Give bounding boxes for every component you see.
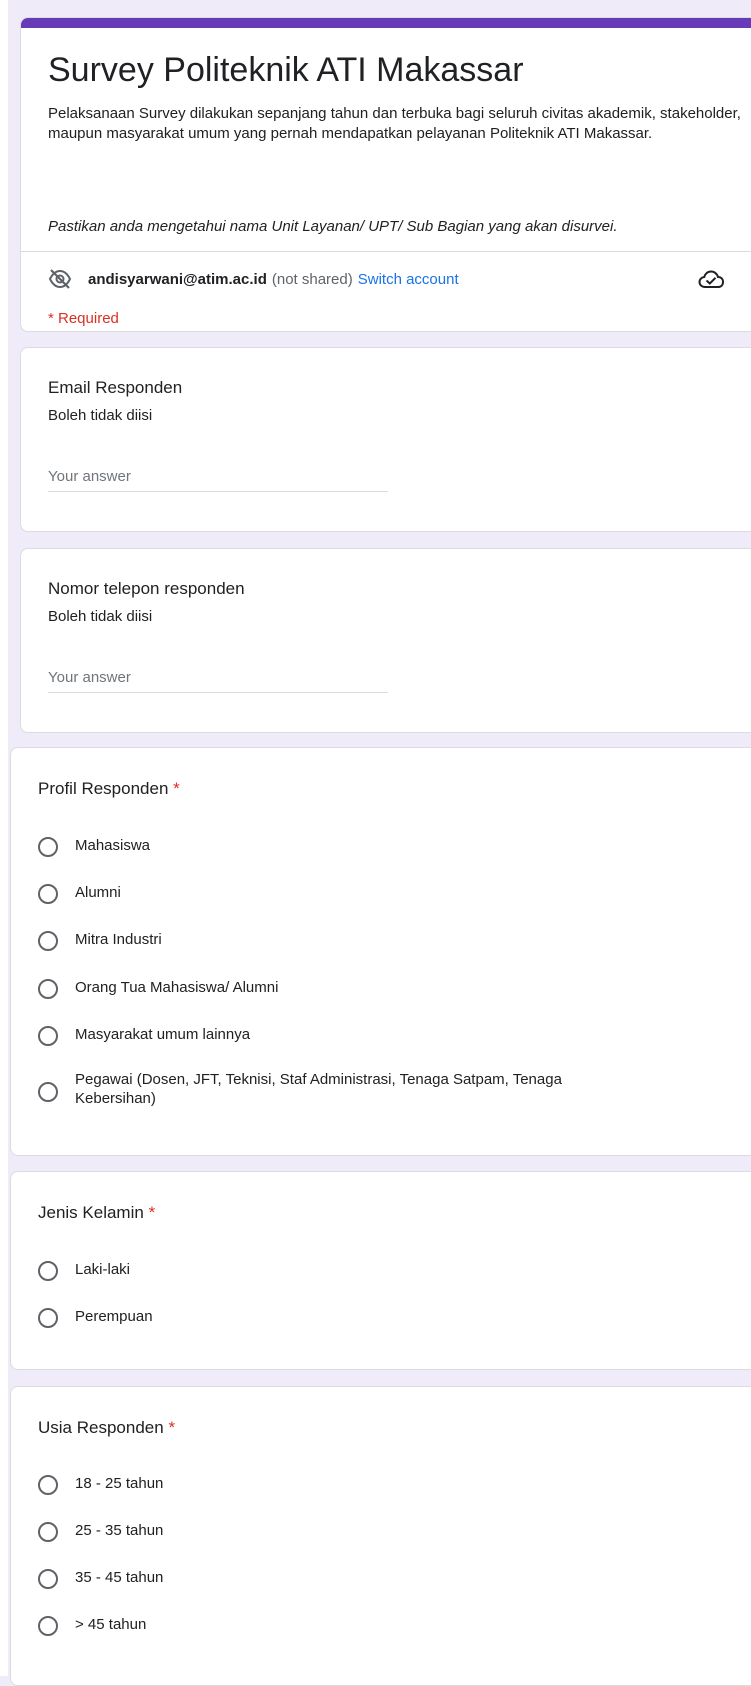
option-mitra-industri[interactable]: Mitra Industri — [38, 930, 162, 951]
option-age-25-35[interactable]: 25 - 35 tahun — [38, 1521, 163, 1542]
email-answer-input[interactable] — [48, 462, 388, 492]
question-title-age-text: Usia Responden — [38, 1418, 164, 1437]
radio-button[interactable] — [38, 979, 58, 999]
page-left-edge — [0, 0, 8, 1676]
required-note: * Required — [48, 310, 119, 327]
question-title-profil-text: Profil Responden — [38, 779, 169, 798]
radio-button[interactable] — [38, 931, 58, 951]
required-star: * — [168, 1418, 176, 1437]
question-card-gender: Jenis Kelamin * Laki-laki Perempuan — [10, 1171, 751, 1370]
option-masyarakat-umum[interactable]: Masyarakat umum lainnya — [38, 1025, 250, 1046]
form-note: Pastikan anda mengetahui nama Unit Layan… — [48, 218, 618, 235]
question-title-phone: Nomor telepon responden — [48, 579, 245, 598]
option-label: 25 - 35 tahun — [75, 1522, 164, 1539]
option-pegawai[interactable]: Pegawai (Dosen, JFT, Teknisi, Staf Admin… — [38, 1070, 638, 1108]
question-card-profil: Profil Responden * Mahasiswa Alumni Mitr… — [10, 747, 751, 1156]
phone-answer-input[interactable] — [48, 663, 388, 693]
question-help-phone: Boleh tidak diisi — [48, 608, 153, 625]
question-title-profil: Profil Responden * — [38, 778, 180, 800]
not-shared-label: (not shared) — [271, 270, 353, 288]
option-label: 35 - 45 tahun — [75, 1569, 164, 1586]
option-age-over-45[interactable]: > 45 tahun — [38, 1615, 146, 1636]
option-label: Alumni — [75, 884, 121, 901]
option-label: Orang Tua Mahasiswa/ Alumni — [75, 979, 279, 996]
radio-button[interactable] — [38, 1522, 58, 1542]
radio-button[interactable] — [38, 1026, 58, 1046]
option-label: > 45 tahun — [75, 1616, 147, 1633]
option-label: Mitra Industri — [75, 931, 162, 948]
option-label: Masyarakat umum lainnya — [75, 1026, 251, 1043]
radio-button[interactable] — [38, 1308, 58, 1328]
radio-button[interactable] — [38, 1616, 58, 1636]
cloud-saved-icon — [697, 268, 725, 292]
option-orang-tua[interactable]: Orang Tua Mahasiswa/ Alumni — [38, 978, 278, 999]
question-help-email: Boleh tidak diisi — [48, 407, 153, 424]
question-title-age: Usia Responden * — [38, 1417, 175, 1439]
option-perempuan[interactable]: Perempuan — [38, 1307, 153, 1328]
radio-button[interactable] — [38, 1082, 58, 1102]
option-age-18-25[interactable]: 18 - 25 tahun — [38, 1474, 163, 1495]
account-email: andisyarwani@atim.ac.id — [88, 270, 267, 288]
question-card-phone: Nomor telepon responden Boleh tidak diis… — [20, 548, 751, 733]
account-row: andisyarwani@atim.ac.id (not shared) Swi… — [48, 268, 459, 290]
option-laki-laki[interactable]: Laki-laki — [38, 1260, 130, 1281]
required-star: * — [173, 779, 180, 798]
question-title-email: Email Responden — [48, 378, 183, 397]
question-title-gender-text: Jenis Kelamin — [38, 1203, 144, 1222]
option-label: Pegawai (Dosen, JFT, Teknisi, Staf Admin… — [75, 1071, 562, 1107]
radio-button[interactable] — [38, 1475, 58, 1495]
switch-account-link[interactable]: Switch account — [358, 271, 459, 288]
radio-button[interactable] — [38, 1569, 58, 1589]
option-label: Mahasiswa — [75, 837, 151, 854]
option-age-35-45[interactable]: 35 - 45 tahun — [38, 1568, 163, 1589]
radio-button[interactable] — [38, 837, 58, 857]
option-label: Perempuan — [75, 1308, 153, 1325]
option-label: 18 - 25 tahun — [75, 1475, 164, 1492]
radio-button[interactable] — [38, 1261, 58, 1281]
header-divider — [21, 251, 751, 252]
form-title: Survey Politeknik ATI Makassar — [48, 51, 524, 89]
required-star: * — [148, 1203, 156, 1222]
question-card-email: Email Responden Boleh tidak diisi — [20, 347, 751, 532]
header-accent-bar — [21, 18, 751, 28]
form-header-card: Survey Politeknik ATI Makassar Pelaksana… — [20, 17, 751, 332]
question-title-gender: Jenis Kelamin * — [38, 1202, 155, 1224]
option-label: Laki-laki — [75, 1261, 131, 1278]
option-alumni[interactable]: Alumni — [38, 883, 121, 904]
eye-off-icon — [48, 268, 72, 290]
radio-button[interactable] — [38, 884, 58, 904]
option-mahasiswa[interactable]: Mahasiswa — [38, 836, 150, 857]
question-card-age: Usia Responden * 18 - 25 tahun 25 - 35 t… — [10, 1386, 751, 1686]
form-description: Pelaksanaan Survey dilakukan sepanjang t… — [48, 105, 741, 142]
